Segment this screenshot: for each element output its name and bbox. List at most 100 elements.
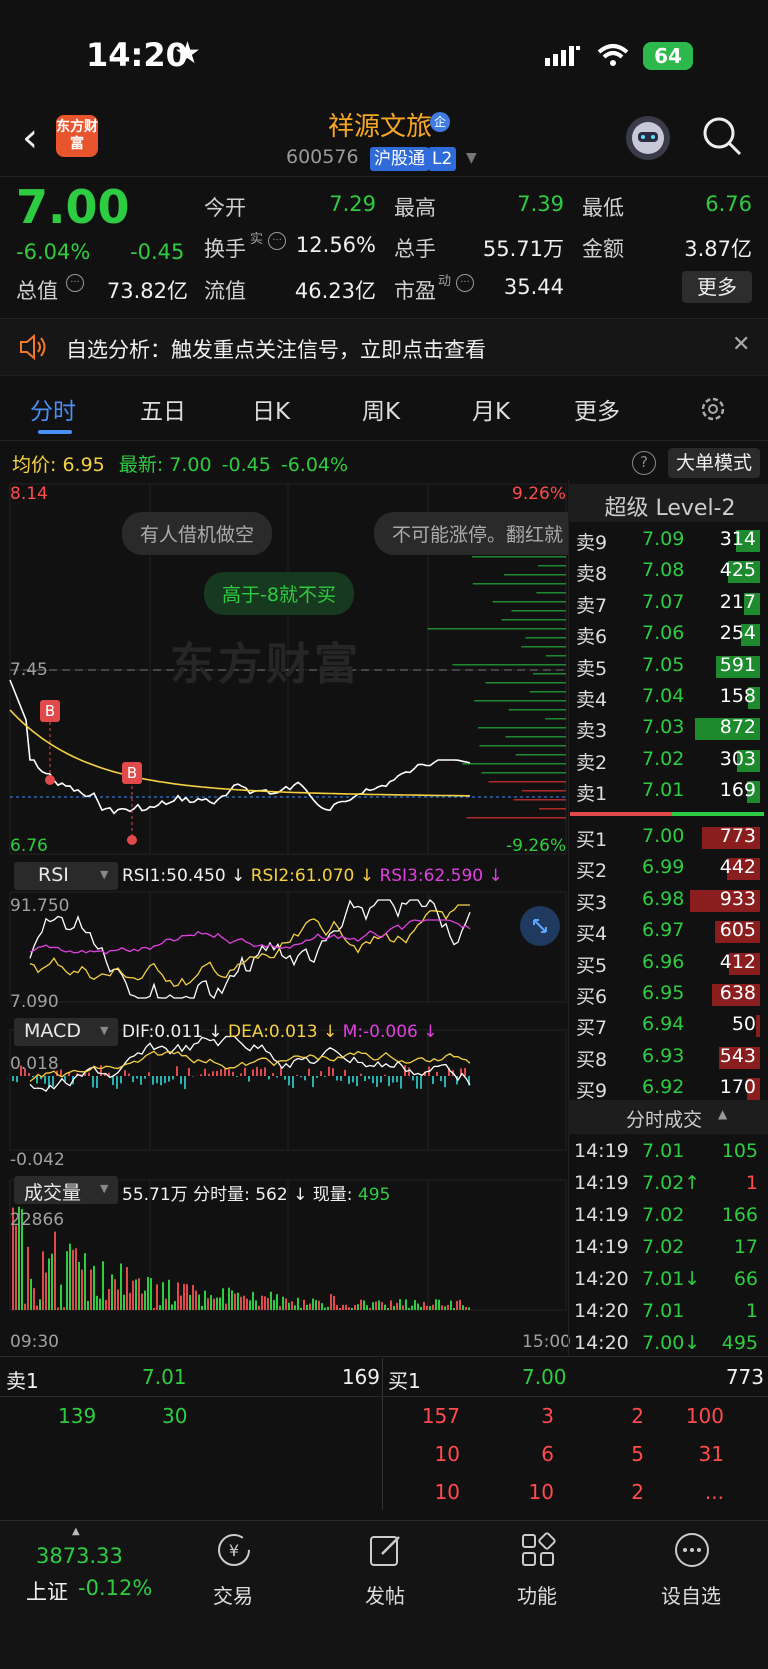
back-icon[interactable]: ‹ <box>22 115 38 161</box>
buy-row[interactable]: 买2 6.99 442 <box>568 853 764 884</box>
comment-bubble[interactable]: 有人借机做空 <box>122 512 273 555</box>
volume-selector[interactable]: 成交量 ▼ <box>14 1176 118 1204</box>
tab-daily[interactable]: 日K <box>252 392 290 426</box>
volume-bar <box>207 1298 209 1310</box>
volume-bar <box>426 1305 428 1310</box>
tab-5day[interactable]: 五日 <box>140 392 186 426</box>
tab-weekly[interactable]: 周K <box>362 392 400 426</box>
macd-bar <box>164 1076 166 1084</box>
buy-row[interactable]: 买7 6.94 50 <box>568 1010 764 1041</box>
depth-bar <box>525 637 566 639</box>
tag-hkconnect: 沪股通 <box>370 147 429 171</box>
buy-marker-label[interactable]: B <box>122 762 142 784</box>
sell-row[interactable]: 卖2 7.02 303 <box>568 745 764 776</box>
sell-row[interactable]: 卖4 7.04 158 <box>568 682 764 713</box>
volume-bar <box>348 1307 350 1310</box>
more-button[interactable]: 更多 <box>682 271 752 303</box>
macd-bar <box>360 1073 362 1076</box>
volume-bar <box>435 1299 437 1310</box>
index-value[interactable]: 3873.33 <box>36 1544 123 1568</box>
volume-bar <box>30 1278 32 1310</box>
nav-functions[interactable]: 功能 <box>492 1580 582 1609</box>
close-icon[interactable]: ✕ <box>732 332 750 357</box>
depth-bar <box>505 736 566 738</box>
dropdown-icon[interactable]: ▼ <box>466 150 477 166</box>
tab-intraday[interactable]: 分时 <box>30 392 76 426</box>
buy-marker-label[interactable]: B <box>40 700 60 722</box>
macd-bar <box>148 1072 150 1076</box>
volume-bar <box>465 1306 467 1310</box>
macd-bar <box>372 1076 374 1084</box>
sell-row[interactable]: 卖1 7.01 169 <box>568 776 764 807</box>
search-icon[interactable] <box>700 114 744 158</box>
more-dots-icon[interactable] <box>672 1530 712 1570</box>
expand-icon[interactable] <box>520 906 560 946</box>
volume-bar <box>408 1308 410 1310</box>
info-icon[interactable]: ··· <box>268 232 286 250</box>
sell-row[interactable]: 卖5 7.05 591 <box>568 651 764 682</box>
volume-bar <box>366 1305 368 1310</box>
queue-order: 2 <box>631 1480 644 1504</box>
tab-monthly[interactable]: 月K <box>472 392 510 426</box>
macd-bar <box>260 1069 262 1076</box>
buy-level-volume: 773 <box>719 825 756 847</box>
queue-order: ... <box>704 1480 724 1504</box>
sell-row[interactable]: 卖7 7.07 217 <box>568 588 764 619</box>
info-icon[interactable]: ··· <box>66 274 84 292</box>
trade-time: 14:20 <box>574 1300 629 1322</box>
volume-bar <box>198 1294 200 1310</box>
buy-row[interactable]: 买8 6.93 543 <box>568 1042 764 1073</box>
sell-row[interactable]: 卖8 7.08 425 <box>568 556 764 587</box>
pe-value: 35.44 <box>503 275 564 299</box>
nav-trade[interactable]: 交易 <box>188 1580 278 1609</box>
buy-row[interactable]: 买3 6.98 933 <box>568 885 764 916</box>
tab-more[interactable]: 更多 <box>574 392 620 426</box>
depth-bar <box>504 574 566 576</box>
nav-post[interactable]: 发帖 <box>340 1580 430 1609</box>
functions-icon[interactable] <box>518 1530 558 1570</box>
rsi2-value: RSI2:61.070 <box>250 866 355 886</box>
comment-bubble[interactable]: 高于-8就不买 <box>204 572 354 615</box>
volume-bar <box>420 1307 422 1310</box>
volume-bar <box>33 1288 35 1310</box>
chevron-up-icon[interactable]: ▲ <box>72 1526 80 1537</box>
macd-bar <box>392 1076 394 1083</box>
buy-row[interactable]: 买4 6.97 605 <box>568 916 764 947</box>
big-order-mode-button[interactable]: 大单模式 <box>668 448 760 478</box>
assistant-robot-icon[interactable] <box>626 116 670 160</box>
macd-bar <box>268 1076 270 1080</box>
nav-add-watchlist[interactable]: 设自选 <box>646 1580 736 1609</box>
trade-row: 14:19 7.02 17 <box>570 1232 764 1264</box>
help-icon[interactable]: ? <box>632 451 656 475</box>
volume-bar <box>246 1298 248 1310</box>
info-icon[interactable]: ··· <box>456 274 474 292</box>
depth-bar <box>427 628 566 630</box>
volume-bar <box>72 1249 74 1310</box>
comment-bubble[interactable]: 不可能涨停。翻红就 <box>374 512 568 555</box>
volume-bar <box>438 1299 440 1310</box>
buy-row[interactable]: 买1 7.00 773 <box>568 822 764 853</box>
buy-row[interactable]: 买6 6.95 638 <box>568 979 764 1010</box>
buy-row[interactable]: 买5 6.96 412 <box>568 948 764 979</box>
trades-header[interactable]: 分时成交 ▲ <box>568 1100 768 1134</box>
post-icon[interactable] <box>366 1530 406 1570</box>
settings-gear-icon[interactable] <box>698 394 728 424</box>
volume-bar <box>144 1290 146 1310</box>
volume-bar <box>456 1300 458 1310</box>
trade-icon[interactable]: ¥ <box>214 1530 254 1570</box>
rsi-name: RSI <box>38 864 69 886</box>
macd-bottom-label: -0.042 <box>10 1150 65 1170</box>
volume-bar <box>189 1294 191 1310</box>
trade-time: 14:19 <box>574 1236 629 1258</box>
depth-bar <box>513 799 566 801</box>
sell-row[interactable]: 卖9 7.09 314 <box>568 525 764 556</box>
macd-bar <box>304 1076 306 1081</box>
dif-value: DIF:0.011 <box>122 1022 203 1042</box>
depth-bar <box>533 673 566 675</box>
rsi-selector[interactable]: RSI ▼ <box>14 862 118 890</box>
volume-bar <box>141 1293 143 1310</box>
sell-row[interactable]: 卖3 7.03 872 <box>568 713 764 744</box>
depth-bar <box>471 556 566 558</box>
macd-selector[interactable]: MACD ▼ <box>14 1018 118 1046</box>
sell-row[interactable]: 卖6 7.06 254 <box>568 619 764 650</box>
